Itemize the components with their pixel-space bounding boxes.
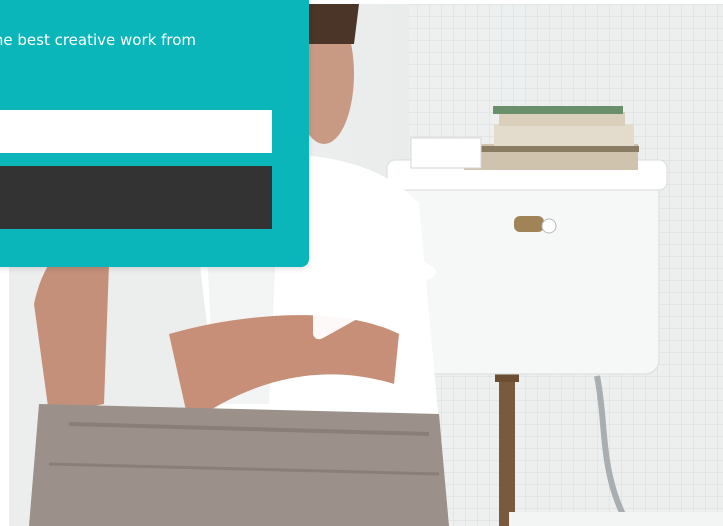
signup-description: the best creative work from bbox=[0, 31, 197, 49]
play-button[interactable] bbox=[303, 197, 453, 347]
subscribe-button[interactable] bbox=[0, 166, 272, 229]
newsletter-signup-popup: the best creative work from bbox=[0, 0, 309, 267]
email-field[interactable] bbox=[0, 110, 272, 153]
page: the best creative work from bbox=[0, 0, 723, 526]
play-icon bbox=[313, 202, 436, 340]
